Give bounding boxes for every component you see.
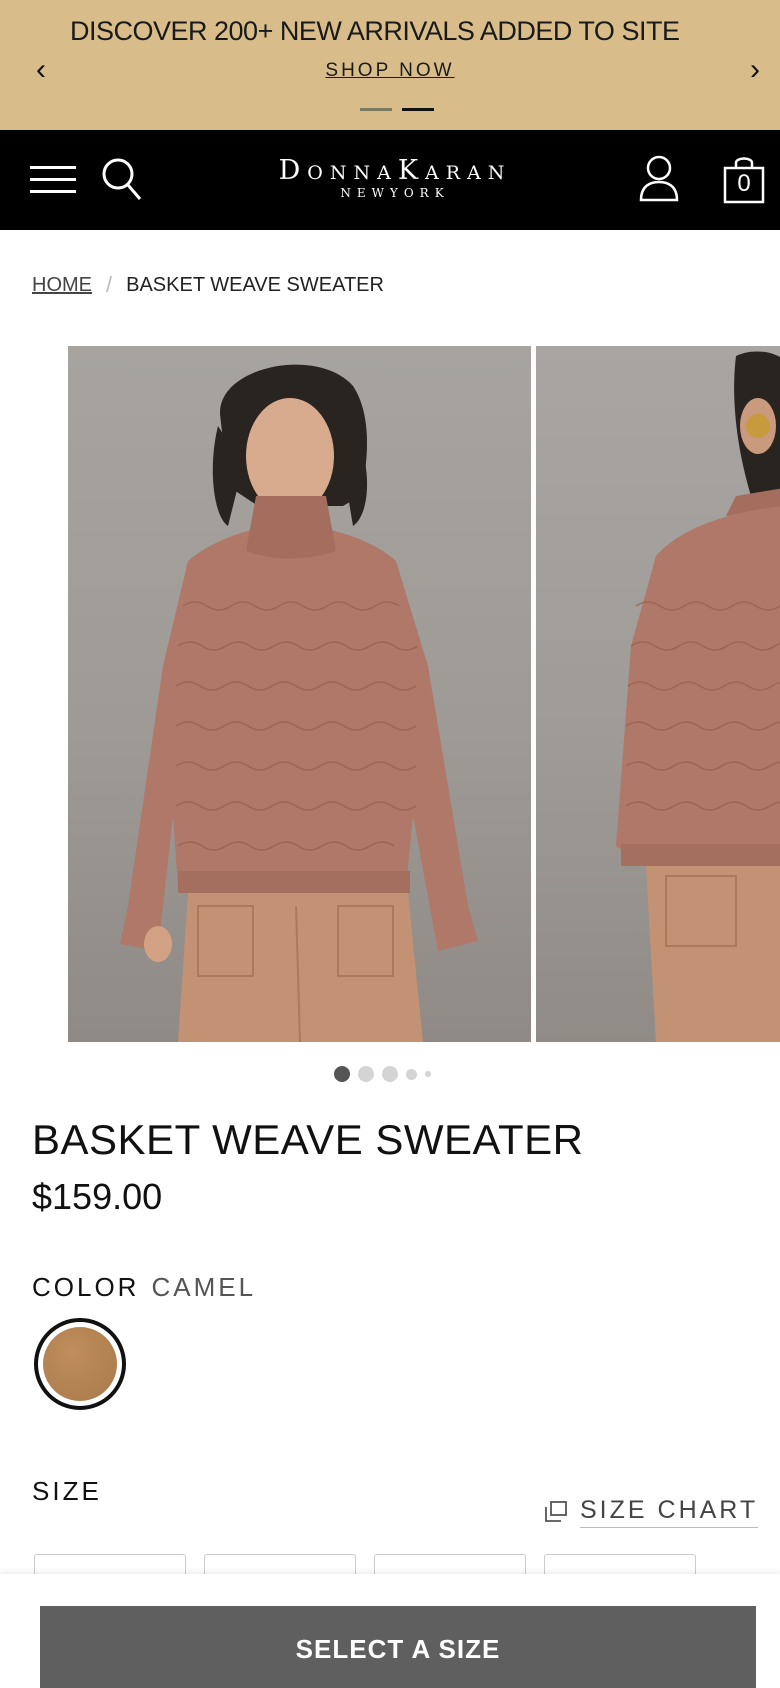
account-icon[interactable]: [638, 154, 680, 202]
promo-indicator: [360, 108, 434, 111]
breadcrumb-current: BASKET WEAVE SWEATER: [126, 273, 384, 296]
gallery-dot-active[interactable]: [334, 1066, 350, 1082]
size-chart-icon: [545, 1501, 567, 1522]
promo-dot[interactable]: [360, 108, 392, 111]
product-gallery[interactable]: [68, 346, 780, 1042]
gallery-dot[interactable]: [425, 1071, 431, 1077]
promo-next-arrow[interactable]: ›: [740, 50, 770, 90]
breadcrumb: HOME / BASKET WEAVE SWEATER: [32, 272, 384, 298]
select-size-button[interactable]: SELECT A SIZE: [40, 1606, 756, 1688]
color-swatch-camel[interactable]: [34, 1318, 126, 1410]
size-chart-label[interactable]: SIZE CHART: [580, 1496, 759, 1528]
logo-wordmark: DonnaKaran: [278, 155, 512, 186]
breadcrumb-home[interactable]: HOME: [32, 274, 92, 297]
product-price: $159.00: [32, 1176, 163, 1217]
size-chart-link[interactable]: SIZE CHART: [544, 1496, 759, 1528]
logo-subtitle: NEWYORK: [340, 186, 450, 200]
model-back-illustration: [616, 351, 780, 1042]
shop-now-link[interactable]: SHOP NOW: [0, 60, 780, 82]
gallery-dot[interactable]: [382, 1066, 398, 1082]
site-header: DonnaKaran NEWYORK 0: [0, 130, 780, 230]
color-value: CAMEL: [151, 1272, 257, 1302]
shop-now-label[interactable]: SHOP NOW: [325, 60, 454, 81]
brand-logo[interactable]: DonnaKaran NEWYORK: [220, 155, 570, 201]
product-image-back[interactable]: [536, 346, 780, 1042]
menu-icon[interactable]: [30, 160, 76, 200]
swatch-fill: [43, 1327, 117, 1401]
product-title: BASKET WEAVE SWEATER: [32, 1116, 584, 1163]
size-label: SIZE: [32, 1476, 102, 1506]
gallery-dot[interactable]: [406, 1068, 417, 1080]
promo-banner: ‹ DISCOVER 200+ NEW ARRIVALS ADDED TO SI…: [0, 0, 780, 130]
promo-message: DISCOVER 200+ NEW ARRIVALS ADDED TO SITE: [70, 16, 680, 46]
sticky-add-to-bag-bar: SELECT A SIZE: [0, 1574, 780, 1688]
color-label: COLOR: [32, 1272, 140, 1302]
promo-dot-active[interactable]: [402, 108, 434, 111]
gallery-dot[interactable]: [358, 1066, 374, 1082]
breadcrumb-separator: /: [106, 272, 113, 297]
product-image-front[interactable]: [68, 346, 531, 1042]
gallery-pagination: [334, 1066, 431, 1082]
bag-count: 0: [737, 170, 751, 197]
model-front-illustration: [120, 364, 478, 1042]
color-selector-label: COLOR CAMEL: [32, 1272, 256, 1303]
search-icon[interactable]: [100, 154, 144, 204]
